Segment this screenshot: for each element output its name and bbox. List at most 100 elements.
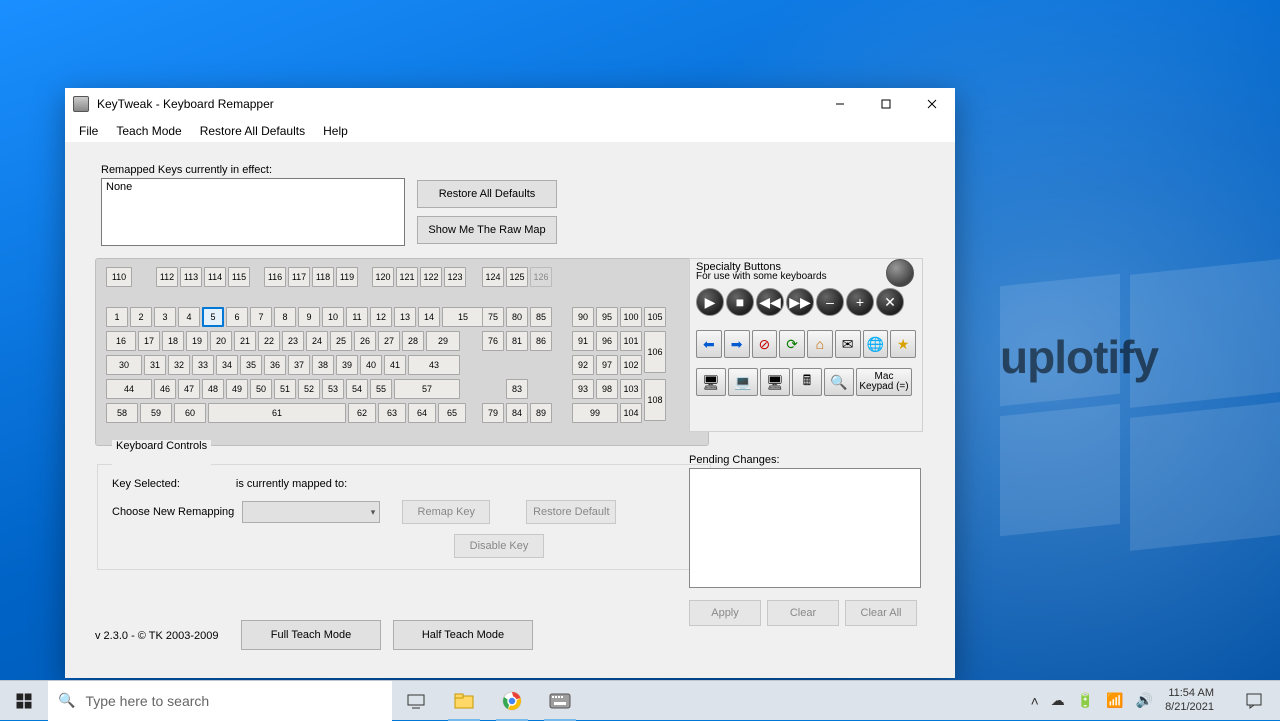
volume-up-icon[interactable]: + [846, 288, 874, 316]
key-83[interactable]: 83 [506, 379, 528, 399]
key-6[interactable]: 6 [226, 307, 248, 327]
browser-home-icon[interactable]: ⌂ [807, 330, 833, 358]
key-99[interactable]: 99 [572, 403, 618, 423]
key-31[interactable]: 31 [144, 355, 166, 375]
key-7[interactable]: 7 [250, 307, 272, 327]
disable-key-button[interactable]: Disable Key [454, 534, 544, 558]
browser-back-icon[interactable]: ⬅ [696, 330, 722, 358]
tray-wifi-icon[interactable]: 📶 [1106, 692, 1123, 709]
key-27[interactable]: 27 [378, 331, 400, 351]
key-95[interactable]: 95 [596, 307, 618, 327]
key-28[interactable]: 28 [402, 331, 424, 351]
key-103[interactable]: 103 [620, 379, 642, 399]
pending-changes-list[interactable] [689, 468, 921, 588]
key-89[interactable]: 89 [530, 403, 552, 423]
web-icon[interactable]: 🌐 [863, 330, 889, 358]
key-23[interactable]: 23 [282, 331, 304, 351]
key-5[interactable]: 5 [202, 307, 224, 327]
start-button[interactable] [0, 681, 48, 721]
key-43[interactable]: 43 [408, 355, 460, 375]
tray-onedrive-icon[interactable]: ☁ [1051, 692, 1065, 709]
key-61[interactable]: 61 [208, 403, 346, 423]
restore-all-defaults-button[interactable]: Restore All Defaults [417, 180, 557, 208]
key-48[interactable]: 48 [202, 379, 224, 399]
key-47[interactable]: 47 [178, 379, 200, 399]
key-65[interactable]: 65 [438, 403, 466, 423]
maximize-button[interactable] [863, 88, 909, 120]
key-44[interactable]: 44 [106, 379, 152, 399]
key-39[interactable]: 39 [336, 355, 358, 375]
media-stop-icon[interactable]: ■ [726, 288, 754, 316]
media-next-icon[interactable]: ▶▶ [786, 288, 814, 316]
key-3[interactable]: 3 [154, 307, 176, 327]
key-117[interactable]: 117 [288, 267, 310, 287]
tray-chevron-icon[interactable]: ˄ [1031, 693, 1039, 709]
key-96[interactable]: 96 [596, 331, 618, 351]
key-17[interactable]: 17 [138, 331, 160, 351]
half-teach-mode-button[interactable]: Half Teach Mode [393, 620, 533, 650]
calculator-icon[interactable]: 🖩 [792, 368, 822, 396]
key-59[interactable]: 59 [140, 403, 172, 423]
apply-button[interactable]: Apply [689, 600, 761, 626]
key-123[interactable]: 123 [444, 267, 466, 287]
key-10[interactable]: 10 [322, 307, 344, 327]
key-54[interactable]: 54 [346, 379, 368, 399]
key-93[interactable]: 93 [572, 379, 594, 399]
key-11[interactable]: 11 [346, 307, 368, 327]
key-124[interactable]: 124 [482, 267, 504, 287]
menu-help[interactable]: Help [315, 122, 356, 140]
volume-down-icon[interactable]: – [816, 288, 844, 316]
favorites-icon[interactable]: ★ [890, 330, 916, 358]
key-38[interactable]: 38 [312, 355, 334, 375]
key-63[interactable]: 63 [378, 403, 406, 423]
key-79[interactable]: 79 [482, 403, 504, 423]
key-58[interactable]: 58 [106, 403, 138, 423]
key-120[interactable]: 120 [372, 267, 394, 287]
key-106[interactable]: 106 [644, 331, 666, 373]
key-18[interactable]: 18 [162, 331, 184, 351]
key-64[interactable]: 64 [408, 403, 436, 423]
key-14[interactable]: 14 [418, 307, 440, 327]
key-35[interactable]: 35 [240, 355, 262, 375]
key-108[interactable]: 108 [644, 379, 666, 421]
key-60[interactable]: 60 [174, 403, 206, 423]
key-57[interactable]: 57 [394, 379, 460, 399]
key-19[interactable]: 19 [186, 331, 208, 351]
power-icon[interactable]: 🖥 [760, 368, 790, 396]
key-24[interactable]: 24 [306, 331, 328, 351]
search-icon[interactable]: 🔍 [824, 368, 854, 396]
key-34[interactable]: 34 [216, 355, 238, 375]
key-98[interactable]: 98 [596, 379, 618, 399]
show-raw-map-button[interactable]: Show Me The Raw Map [417, 216, 557, 244]
sleep-icon[interactable]: 💻 [728, 368, 758, 396]
key-9[interactable]: 9 [298, 307, 320, 327]
browser-refresh-icon[interactable]: ⟳ [779, 330, 805, 358]
key-12[interactable]: 12 [370, 307, 392, 327]
key-118[interactable]: 118 [312, 267, 334, 287]
key-80[interactable]: 80 [506, 307, 528, 327]
full-teach-mode-button[interactable]: Full Teach Mode [241, 620, 381, 650]
key-91[interactable]: 91 [572, 331, 594, 351]
my-computer-icon[interactable]: 🖥 [696, 368, 726, 396]
key-26[interactable]: 26 [354, 331, 376, 351]
key-92[interactable]: 92 [572, 355, 594, 375]
browser-forward-icon[interactable]: ➡ [724, 330, 750, 358]
key-121[interactable]: 121 [396, 267, 418, 287]
menu-file[interactable]: File [71, 122, 106, 140]
tray-clock[interactable]: 11:54 AM 8/21/2021 [1165, 687, 1214, 713]
key-55[interactable]: 55 [370, 379, 392, 399]
key-13[interactable]: 13 [394, 307, 416, 327]
key-101[interactable]: 101 [620, 331, 642, 351]
minimize-button[interactable] [817, 88, 863, 120]
key-16[interactable]: 16 [106, 331, 136, 351]
remap-key-button[interactable]: Remap Key [402, 500, 490, 524]
tray-notifications-icon[interactable] [1232, 681, 1276, 721]
key-75[interactable]: 75 [482, 307, 504, 327]
key-113[interactable]: 113 [180, 267, 202, 287]
titlebar[interactable]: KeyTweak - Keyboard Remapper [65, 88, 955, 120]
key-36[interactable]: 36 [264, 355, 286, 375]
key-125[interactable]: 125 [506, 267, 528, 287]
key-126[interactable]: 126 [530, 267, 552, 287]
key-21[interactable]: 21 [234, 331, 256, 351]
mail-icon[interactable]: ✉ [835, 330, 861, 358]
